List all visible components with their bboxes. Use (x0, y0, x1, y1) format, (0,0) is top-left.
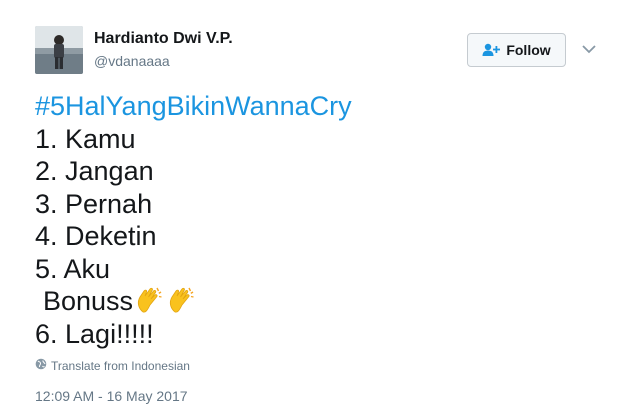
hashtag-link[interactable]: #5HalYangBikinWannaCry (35, 91, 352, 121)
chevron-down-icon (582, 41, 596, 59)
tweet-text: #5HalYangBikinWannaCry 1. Kamu 2. Jangan… (35, 90, 352, 350)
clapping-hands-icon (167, 286, 197, 324)
author-handle[interactable]: @vdanaaaa (94, 53, 170, 69)
list-item: Bonuss (43, 286, 134, 316)
globe-icon (35, 358, 47, 373)
list-item: 5. Aku (35, 253, 111, 284)
tweet-timestamp[interactable]: 12:09 AM - 16 May 2017 (35, 388, 188, 404)
translate-link[interactable]: Translate from Indonesian (35, 358, 190, 373)
more-options-caret[interactable] (581, 44, 597, 56)
author-name[interactable]: Hardianto Dwi V.P. (94, 30, 233, 48)
follow-label: Follow (506, 42, 551, 58)
list-item: 2. Jangan (35, 156, 154, 186)
list-item: 3. Pernah (35, 188, 153, 219)
follow-button[interactable]: Follow (467, 33, 566, 67)
translate-label: Translate from Indonesian (51, 358, 190, 373)
avatar[interactable] (35, 26, 83, 74)
list-item: 1. Kamu (35, 123, 136, 154)
add-user-icon (482, 43, 501, 57)
list-item: 4. Deketin (35, 221, 157, 251)
